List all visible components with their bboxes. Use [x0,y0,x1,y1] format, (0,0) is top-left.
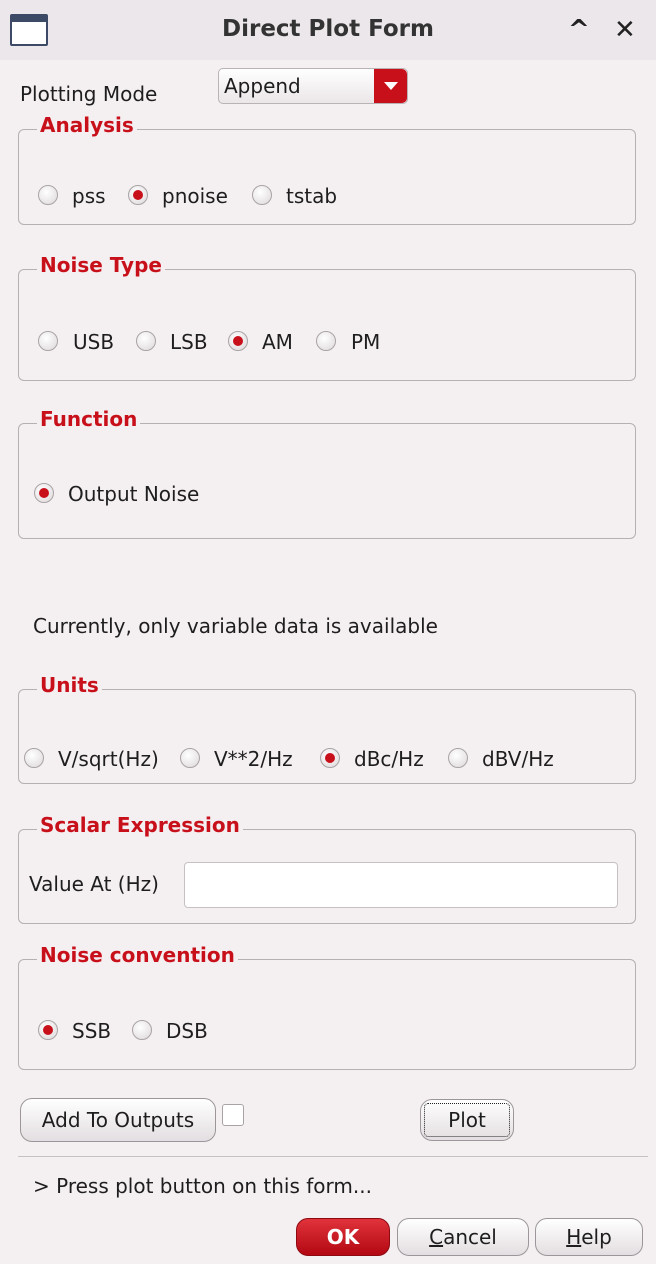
noise-convention-label-ssb: SSB [72,1019,112,1043]
add-to-outputs-checkbox[interactable] [222,1104,244,1126]
units-radio-dbvhz[interactable] [448,748,468,768]
units-radio-dbchz[interactable] [320,748,340,768]
function-label-output-noise: Output Noise [68,482,200,506]
close-icon[interactable]: ✕ [614,14,636,46]
noise-convention-label-dsb: DSB [166,1019,208,1043]
analysis-radio-tstab[interactable] [252,185,272,205]
analysis-radio-pnoise[interactable] [128,185,148,205]
cancel-button[interactable]: Cancel [397,1218,529,1256]
analysis-radio-pss[interactable] [38,185,58,205]
help-label-rest: elp [581,1225,612,1249]
plotting-mode-dropdown[interactable]: Append [218,68,408,104]
analysis-label-pss: pss [72,184,106,208]
plot-button[interactable]: Plot [420,1099,514,1141]
noise-type-label-lsb: LSB [170,330,208,354]
help-mnemonic: H [566,1225,582,1249]
analysis-title: Analysis [37,113,137,137]
help-button[interactable]: Help [535,1218,643,1256]
analysis-label-pnoise: pnoise [162,184,228,208]
function-group: Function [18,407,636,539]
window-title: Direct Plot Form [222,16,434,42]
function-title: Function [37,407,141,431]
scalar-expression-title: Scalar Expression [37,813,243,837]
units-title: Units [37,673,102,697]
noise-type-radio-pm[interactable] [316,331,336,351]
noise-convention-title: Noise convention [37,943,238,967]
chevron-down-icon[interactable] [374,69,407,103]
noise-convention-radio-ssb[interactable] [38,1020,58,1040]
units-label-dbvhz: dBV/Hz [482,747,554,771]
units-label-v2hz: V**2/Hz [214,747,293,771]
add-to-outputs-button[interactable]: Add To Outputs [20,1098,216,1142]
noise-type-title: Noise Type [37,253,165,277]
plot-button-label: Plot [424,1103,510,1137]
analysis-group: Analysis [18,113,636,225]
noise-type-label-usb: USB [73,330,115,354]
noise-type-radio-am[interactable] [228,331,248,351]
cancel-label-rest: ancel [443,1225,497,1249]
status-text: > Press plot button on this form... [33,1174,372,1198]
ok-button[interactable]: OK [296,1218,390,1256]
value-at-label: Value At (Hz) [29,872,159,896]
plotting-mode-value: Append [224,74,301,98]
cancel-mnemonic: C [429,1225,444,1249]
noise-type-label-am: AM [262,330,293,354]
units-radio-v2hz[interactable] [180,748,200,768]
info-text: Currently, only variable data is availab… [33,614,438,638]
noise-type-label-pm: PM [351,330,381,354]
noise-type-group: Noise Type [18,253,636,381]
noise-convention-group: Noise convention [18,943,636,1070]
noise-type-radio-lsb[interactable] [136,331,156,351]
value-at-input[interactable] [184,862,618,908]
units-radio-vsqrthz[interactable] [24,748,44,768]
separator [18,1156,648,1157]
noise-convention-radio-dsb[interactable] [132,1020,152,1040]
analysis-label-tstab: tstab [286,184,338,208]
minimize-icon[interactable]: ^ [568,14,590,46]
function-radio-output-noise[interactable] [34,483,54,503]
plotting-mode-label: Plotting Mode [20,82,158,106]
units-label-vsqrthz: V/sqrt(Hz) [58,747,159,771]
noise-type-radio-usb[interactable] [38,331,58,351]
units-label-dbchz: dBc/Hz [354,747,424,771]
